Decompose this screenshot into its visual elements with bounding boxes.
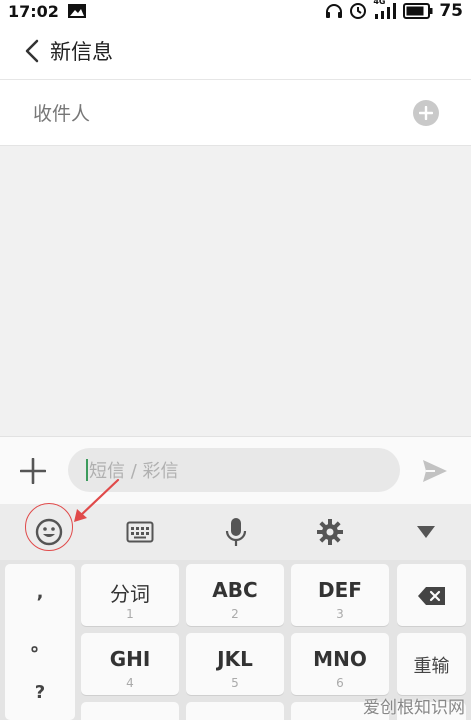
add-contact-button[interactable] [413,100,439,126]
key-number: 1 [126,607,134,621]
key-7[interactable] [81,702,179,720]
punctuation-column: , 。 ? [5,564,75,720]
chevron-left-icon [25,39,39,62]
microphone-icon [225,518,247,546]
keyboard-settings-button[interactable] [310,512,350,552]
key-2[interactable]: ABC 2 [186,564,284,626]
key-6[interactable]: MNO 6 [291,633,389,695]
message-area [0,146,471,436]
key-label: MNO [313,647,367,671]
alarm-clock-icon [349,2,367,20]
page-title: 新信息 [50,39,113,64]
key-label: DEF [318,578,362,602]
signal-strength-icon: 4G [373,0,397,19]
back-button[interactable] [8,22,56,80]
battery-level: 75 [439,1,463,21]
key-label: 重输 [413,656,450,677]
recipient-label: 收件人 [33,103,91,125]
annotation-arrow-icon [74,478,120,522]
key-number: 5 [231,676,239,690]
battery-icon [403,3,433,19]
attach-button[interactable] [17,455,49,487]
status-bar: 17:02 4G 75 [0,0,471,22]
triangle-down-icon [417,526,435,538]
key-5[interactable]: JKL 5 [186,633,284,695]
key-number: 4 [126,676,134,690]
key-number: 2 [231,607,239,621]
app-header: 新信息 [0,22,471,80]
plus-icon [20,458,46,484]
punctuation-key[interactable]: 。 [5,631,75,657]
backspace-icon [418,587,445,605]
plus-icon [419,106,433,120]
reenter-key[interactable]: 重输 [397,633,466,695]
key-4[interactable]: GHI 4 [81,633,179,695]
image-notification-icon [67,3,87,19]
headphones-icon [325,3,343,19]
key-3[interactable]: DEF 3 [291,564,389,626]
key-label: ABC [212,578,258,602]
key-label: 分词 [110,582,150,606]
send-button[interactable] [418,455,452,487]
key-number: 6 [336,676,344,690]
backspace-key[interactable] [397,564,466,626]
status-time: 17:02 [8,1,59,21]
key-number: 3 [336,607,344,621]
annotation-circle [25,503,73,551]
watermark: 爱创根知识网 [363,698,465,718]
key-label: GHI [109,647,151,671]
punctuation-key[interactable]: , [5,582,75,603]
keyboard-switch-button[interactable] [120,512,160,552]
keyboard-icon [126,521,154,543]
recipient-field[interactable]: 收件人 [0,80,471,146]
send-icon [423,460,447,482]
network-type-label: 4G [373,0,386,6]
hide-keyboard-button[interactable] [406,512,446,552]
key-label: JKL [217,647,253,671]
key-8[interactable] [186,702,284,720]
voice-input-button[interactable] [216,512,256,552]
gear-icon [317,519,343,545]
key-1[interactable]: 分词 1 [81,564,179,626]
punctuation-key[interactable]: ? [5,682,75,703]
